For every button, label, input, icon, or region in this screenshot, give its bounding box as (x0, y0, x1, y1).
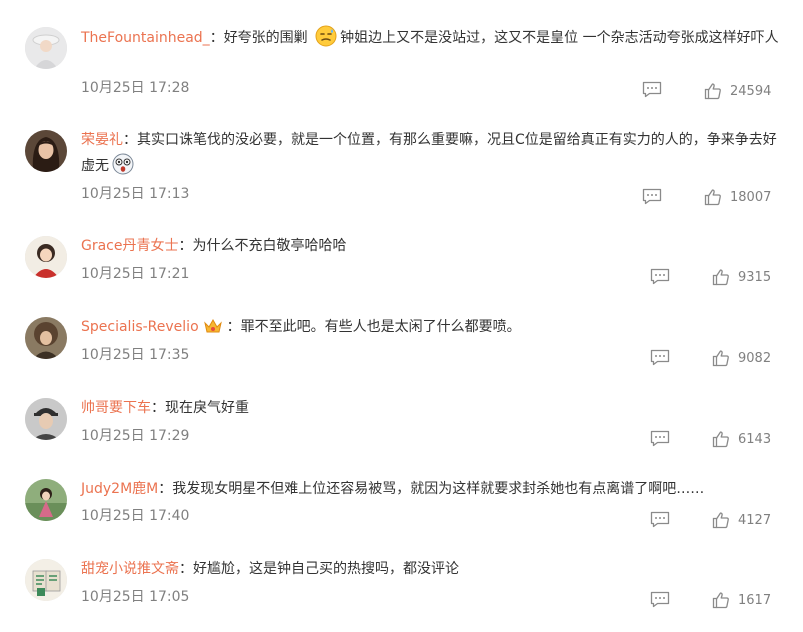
comment-timestamp[interactable]: 10月25日 17:28 (81, 79, 189, 97)
reply-button[interactable] (650, 591, 672, 609)
thumbs-up-icon (704, 83, 721, 100)
comment-bubble-icon (642, 81, 662, 98)
like-button[interactable]: 24594 (704, 81, 771, 101)
comment-text: 其实口诛笔伐的没必要，就是一个位置，有那么重要嘛，况且C位是留给真正有实力的人的… (81, 132, 777, 174)
comment-bubble-icon (650, 268, 670, 285)
thumbs-up-icon (712, 512, 729, 529)
comment-username[interactable]: Specialis-Revelio (81, 319, 199, 335)
like-count: 18007 (730, 189, 772, 205)
comment-username[interactable]: Grace丹青女士 (81, 238, 179, 254)
comment-separator: ： (179, 561, 193, 577)
avatar[interactable] (25, 479, 67, 521)
comment-text: 好夸张的围剿 (223, 30, 313, 46)
comment-bubble-icon (650, 591, 670, 608)
like-count: 1617 (738, 592, 772, 608)
comment-body: Specialis-Revelio ：罪不至此吧。有些人也是太闲了什么都要喷。 (81, 315, 781, 344)
comment-timestamp[interactable]: 10月25日 17:35 (81, 346, 189, 364)
like-count: 4127 (738, 512, 772, 528)
comment-body: 甜宠小说推文斋：好尴尬，这是钟自己买的热搜吗，都没评论 (81, 557, 781, 582)
avatar[interactable] (25, 27, 67, 69)
like-button[interactable]: 6143 (712, 429, 771, 449)
comment-bubble-icon (650, 430, 670, 447)
comment-timestamp[interactable]: 10月25日 17:13 (81, 185, 189, 203)
thumbs-up-icon (712, 431, 729, 448)
avatar[interactable] (25, 236, 67, 278)
reply-button[interactable] (650, 511, 672, 529)
like-button[interactable]: 1617 (712, 590, 771, 610)
comment-body: 荣晏礼：其实口诛笔伐的没必要，就是一个位置，有那么重要嘛，况且C位是留给真正有实… (81, 128, 781, 184)
comment-timestamp[interactable]: 10月25日 17:05 (81, 588, 189, 606)
like-count: 9082 (738, 350, 772, 366)
thumbs-up-icon (712, 350, 729, 367)
like-button[interactable]: 9315 (712, 267, 771, 287)
comment-username[interactable]: 荣晏礼 (81, 132, 123, 148)
comment-bubble-icon (650, 349, 670, 366)
comment-text: 现在戾气好重 (165, 400, 249, 416)
comment-username[interactable]: 帅哥要下车 (81, 400, 151, 416)
comment-separator: ： (178, 238, 193, 254)
like-button[interactable]: 4127 (712, 510, 771, 530)
comment-timestamp[interactable]: 10月25日 17:29 (81, 427, 189, 445)
comment-text-continued: 钟姐边上又不是没站过，这又不是皇位 一个杂志活动夸张成这样好吓人 (340, 30, 779, 46)
reply-button[interactable] (650, 349, 672, 367)
comment-separator: ： (123, 132, 137, 148)
like-count: 24594 (730, 83, 772, 99)
like-button[interactable]: 18007 (704, 187, 771, 207)
thumbs-up-icon (712, 592, 729, 609)
comment-timestamp[interactable]: 10月25日 17:40 (81, 507, 189, 525)
comment-text: 罪不至此吧。有些人也是太闲了什么都要喷。 (240, 319, 521, 335)
comment-separator: ： (209, 30, 224, 46)
comment-timestamp[interactable]: 10月25日 17:21 (81, 265, 189, 283)
like-button[interactable]: 9082 (712, 348, 771, 368)
comment-text: 我发现女明星不但难上位还容易被骂，就因为这样就要求封杀她也有点离谱了啊吧…… (172, 481, 705, 497)
thumbs-up-icon (712, 269, 729, 286)
sweat-face-emoji (315, 25, 337, 56)
comment-body: Judy2M鹿M：我发现女明星不但难上位还容易被骂，就因为这样就要求封杀她也有点… (81, 477, 781, 502)
avatar[interactable] (25, 317, 67, 359)
comment-body: 帅哥要下车：现在戾气好重 (81, 396, 781, 421)
avatar[interactable] (25, 398, 67, 440)
reply-button[interactable] (642, 81, 664, 99)
comment-text: 好尴尬，这是钟自己买的热搜吗，都没评论 (193, 561, 459, 577)
comment-username[interactable]: TheFountainhead_ (81, 30, 210, 46)
like-count: 6143 (738, 431, 772, 447)
comment-separator: ： (226, 319, 241, 335)
comment-text: 为什么不充白敬亭哈哈哈 (192, 238, 347, 254)
comment-separator: ： (158, 481, 173, 497)
avatar[interactable] (25, 559, 67, 601)
crown-badge-icon (203, 317, 223, 344)
reply-button[interactable] (642, 188, 664, 206)
comment-feed: TheFountainhead_：好夸张的围剿 钟姐边上又不是没站过，这又不是皇… (0, 0, 803, 632)
comment-body: Grace丹青女士：为什么不充白敬亭哈哈哈 (81, 234, 781, 259)
reply-button[interactable] (650, 268, 672, 286)
like-count: 9315 (738, 269, 772, 285)
thumbs-up-icon (704, 189, 721, 206)
comment-body: TheFountainhead_：好夸张的围剿 钟姐边上又不是没站过，这又不是皇… (81, 25, 781, 56)
comment-username[interactable]: 甜宠小说推文斋 (81, 561, 179, 577)
comment-username[interactable]: Judy2M鹿M (81, 481, 158, 497)
reply-button[interactable] (650, 430, 672, 448)
dizzy-face-emoji (112, 153, 134, 184)
avatar[interactable] (25, 130, 67, 172)
comment-bubble-icon (650, 511, 670, 528)
comment-bubble-icon (642, 188, 662, 205)
comment-separator: ： (151, 400, 165, 416)
